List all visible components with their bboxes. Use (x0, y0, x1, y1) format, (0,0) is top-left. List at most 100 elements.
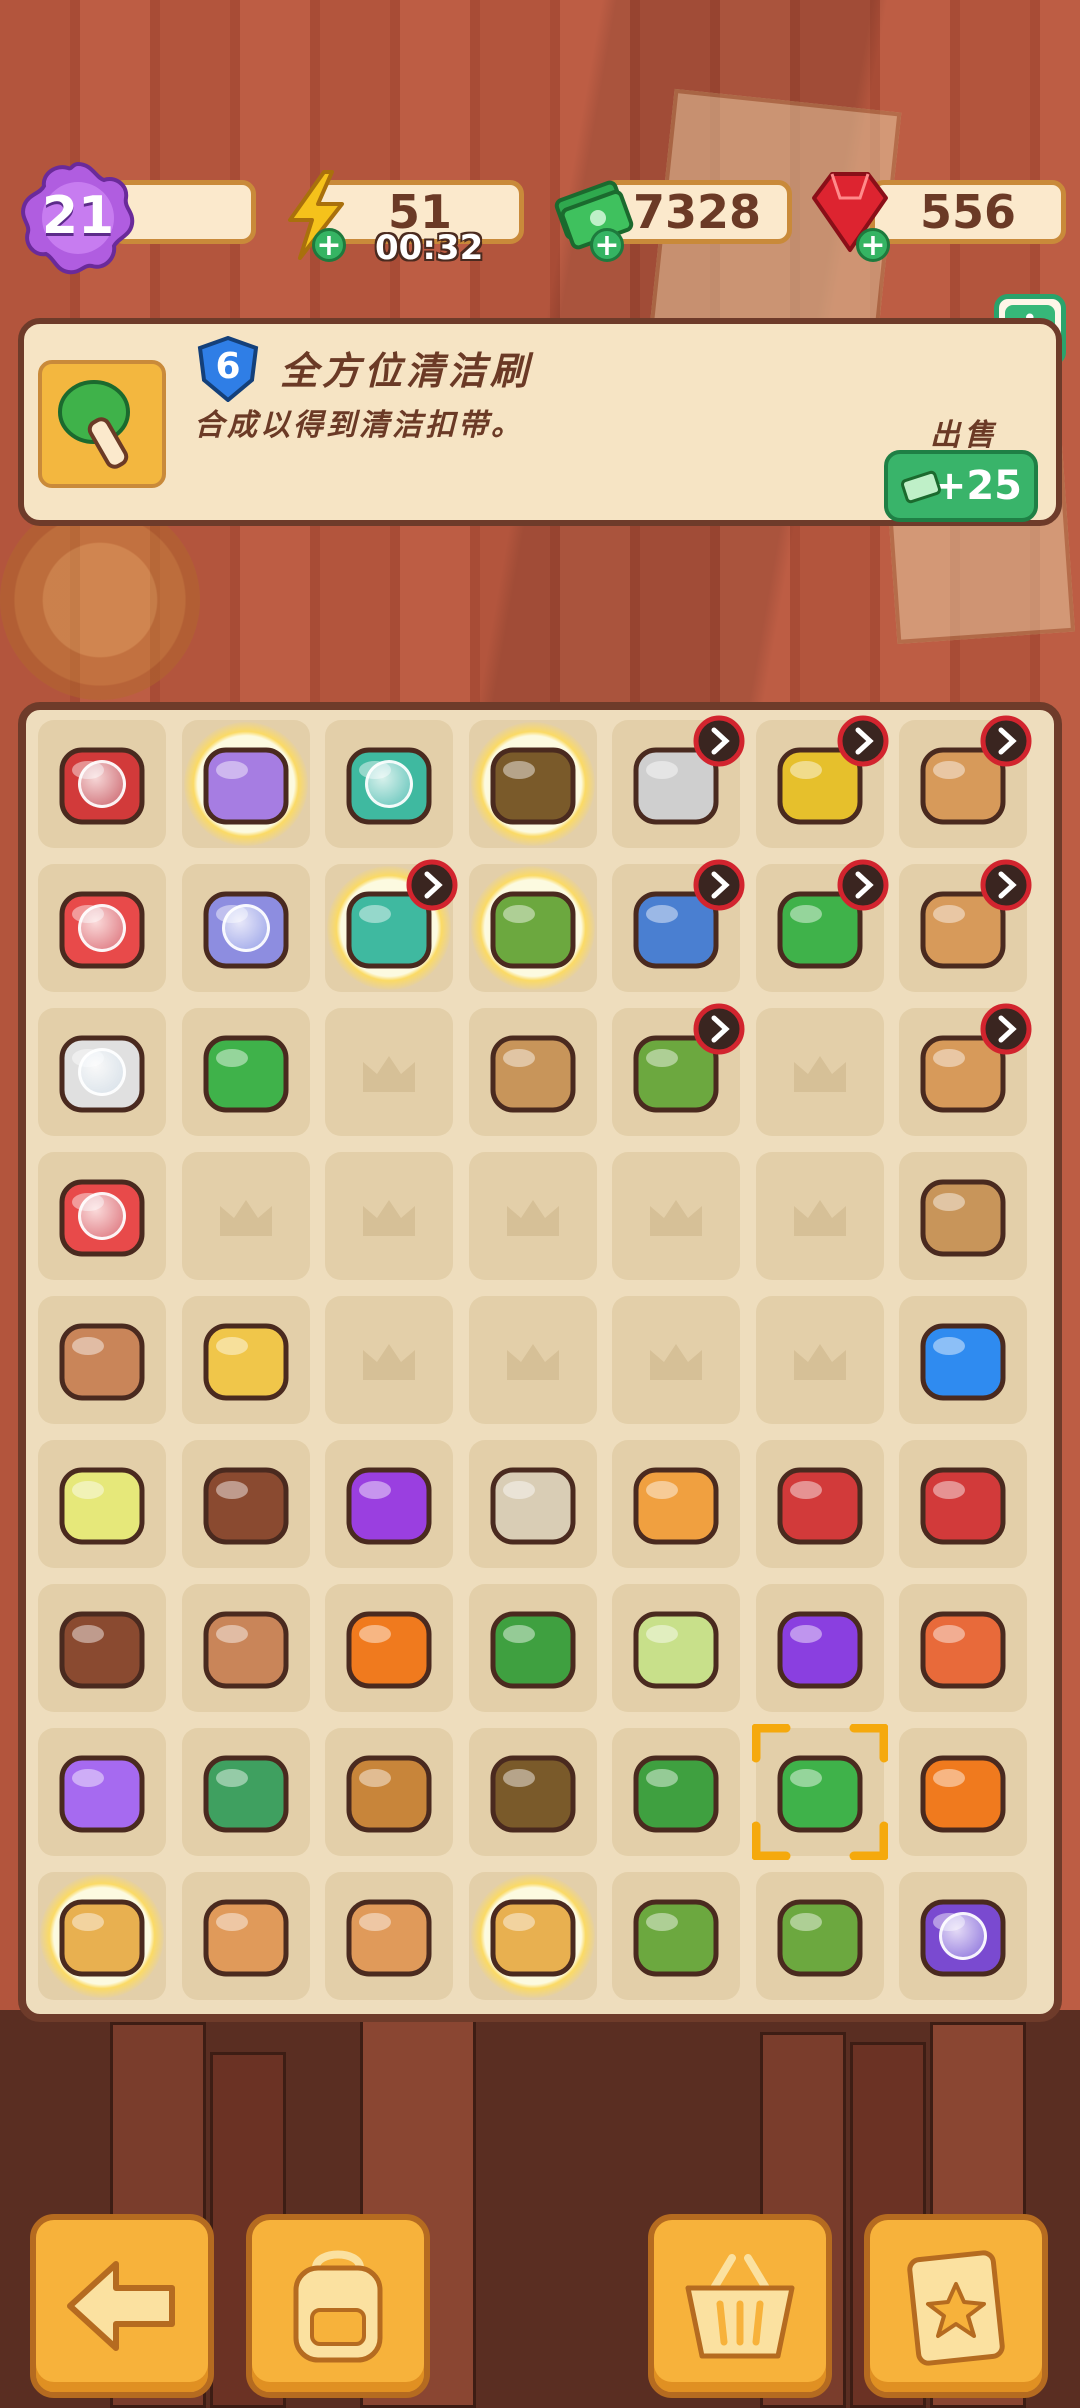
empty-cell[interactable] (468, 1152, 597, 1280)
board-cell[interactable] (181, 1296, 310, 1424)
board-cell[interactable] (38, 864, 166, 992)
traffic-barrier-icon (920, 1755, 1006, 1833)
basket-button[interactable] (648, 2214, 832, 2398)
board-cell[interactable] (38, 1296, 166, 1424)
board-cell[interactable] (181, 720, 310, 848)
cooldown-timer-icon (837, 715, 888, 767)
brown-envelopes-2-icon (59, 1611, 145, 1689)
board-cell[interactable] (755, 859, 888, 992)
selected-item-thumbnail (38, 360, 166, 488)
board-cell[interactable] (612, 1728, 740, 1856)
board-cell[interactable] (468, 1872, 597, 2000)
empty-cell[interactable] (755, 1152, 884, 1280)
board-cell[interactable] (468, 1728, 597, 1856)
board-cell[interactable] (38, 1872, 166, 2000)
sell-button[interactable]: +25 (884, 450, 1038, 522)
board-cell[interactable] (325, 859, 458, 992)
board-cell[interactable] (612, 1872, 740, 2000)
board-cell[interactable] (899, 1440, 1027, 1568)
lime-slice-icon (633, 1611, 719, 1689)
board-cell[interactable] (899, 1152, 1027, 1280)
basket-icon (685, 2254, 795, 2359)
locked-bubble-icon (78, 760, 126, 808)
board-cell[interactable] (38, 1008, 166, 1136)
board-cell[interactable] (325, 1440, 453, 1568)
board-cell[interactable] (612, 715, 745, 848)
gems-value: 556 (919, 185, 1017, 239)
cardboard-flat-stack-icon (203, 1899, 288, 1977)
empty-cell[interactable] (325, 1296, 453, 1424)
empty-cell[interactable] (325, 1152, 453, 1280)
board-cell[interactable] (899, 1584, 1027, 1712)
board-cell[interactable] (325, 1728, 453, 1856)
board-cell[interactable] (612, 859, 745, 992)
plant-pot-glowing-icon (490, 747, 575, 825)
board-cell[interactable] (468, 864, 597, 992)
board-cell[interactable] (755, 1584, 884, 1712)
board-cell[interactable] (181, 864, 310, 992)
locked-bubble-icon (78, 1048, 126, 1096)
board-cell[interactable] (755, 1440, 884, 1568)
empty-cell[interactable] (468, 1296, 597, 1424)
gems-counter[interactable]: 556 (870, 180, 1066, 244)
backpack-button[interactable] (246, 2214, 430, 2398)
empty-cell[interactable] (181, 1152, 310, 1280)
board-cell[interactable] (181, 1440, 310, 1568)
board-cell[interactable] (468, 1584, 597, 1712)
board-cell[interactable] (755, 1872, 884, 2000)
board-cell[interactable] (612, 1003, 745, 1136)
empty-cell[interactable] (612, 1296, 740, 1424)
cash-value: 7328 (632, 185, 762, 239)
board-cell[interactable] (38, 1728, 166, 1856)
board-cell[interactable] (751, 1724, 888, 1860)
board-cell[interactable] (38, 720, 166, 848)
board-cell[interactable] (899, 1003, 1032, 1136)
board-cell[interactable] (325, 1584, 453, 1712)
empty-cell[interactable] (755, 1296, 884, 1424)
quest-clipboard-button[interactable] (864, 2214, 1048, 2398)
blossom-tree-icon (203, 1755, 288, 1833)
board-cell[interactable] (899, 1296, 1027, 1424)
board-cell[interactable] (38, 1584, 166, 1712)
board-cell[interactable] (899, 1872, 1027, 2000)
player-level-badge[interactable]: 21 (18, 158, 138, 278)
plant-pot-glowing-2-icon (490, 891, 575, 969)
cash-icon (900, 470, 942, 504)
board-cell[interactable] (181, 1872, 310, 2000)
spray-bottle-icon (777, 1899, 862, 1977)
board-cell[interactable] (38, 1440, 166, 1568)
board-cell[interactable] (899, 859, 1032, 992)
cooldown-timer-icon (693, 1003, 745, 1055)
cooldown-timer-icon (693, 715, 745, 767)
back-button[interactable] (30, 2214, 214, 2398)
board-cell[interactable] (899, 715, 1032, 848)
background-rosette (0, 500, 200, 700)
board-cell[interactable] (181, 1728, 310, 1856)
board-cell[interactable] (468, 720, 597, 848)
board-cell[interactable] (755, 715, 888, 848)
cooldown-timer-icon (980, 715, 1032, 767)
evidence-bag-shoes-icon (490, 1467, 575, 1545)
board-cell[interactable] (38, 1152, 166, 1280)
board-cell[interactable] (612, 1584, 740, 1712)
board-cell[interactable] (468, 1008, 597, 1136)
board-cell[interactable] (181, 1008, 310, 1136)
empty-cell[interactable] (612, 1152, 740, 1280)
item-info-panel: 6 全方位清洁刷 合成以得到清洁扣带。 出售 +25 (18, 318, 1062, 526)
board-cell[interactable] (612, 1440, 740, 1568)
add-cash-button[interactable]: + (590, 228, 624, 262)
empty-cell[interactable] (755, 1008, 884, 1136)
item-description: 合成以得到清洁扣带。 (194, 408, 524, 443)
board-cell[interactable] (468, 1440, 597, 1568)
purple-hover-glowing-icon (203, 747, 288, 825)
board-cell[interactable] (181, 1584, 310, 1712)
board-cell[interactable] (325, 720, 453, 848)
energy-refill-timer: 00:32 (375, 228, 484, 268)
board-cell[interactable] (325, 1872, 453, 2000)
goggles-icon (633, 1467, 719, 1545)
board-cell[interactable] (899, 1728, 1027, 1856)
empty-cell[interactable] (325, 1008, 453, 1136)
broken-pot-icon (203, 1611, 288, 1689)
add-gems-button[interactable]: + (856, 228, 890, 262)
add-energy-button[interactable]: + (312, 228, 346, 262)
